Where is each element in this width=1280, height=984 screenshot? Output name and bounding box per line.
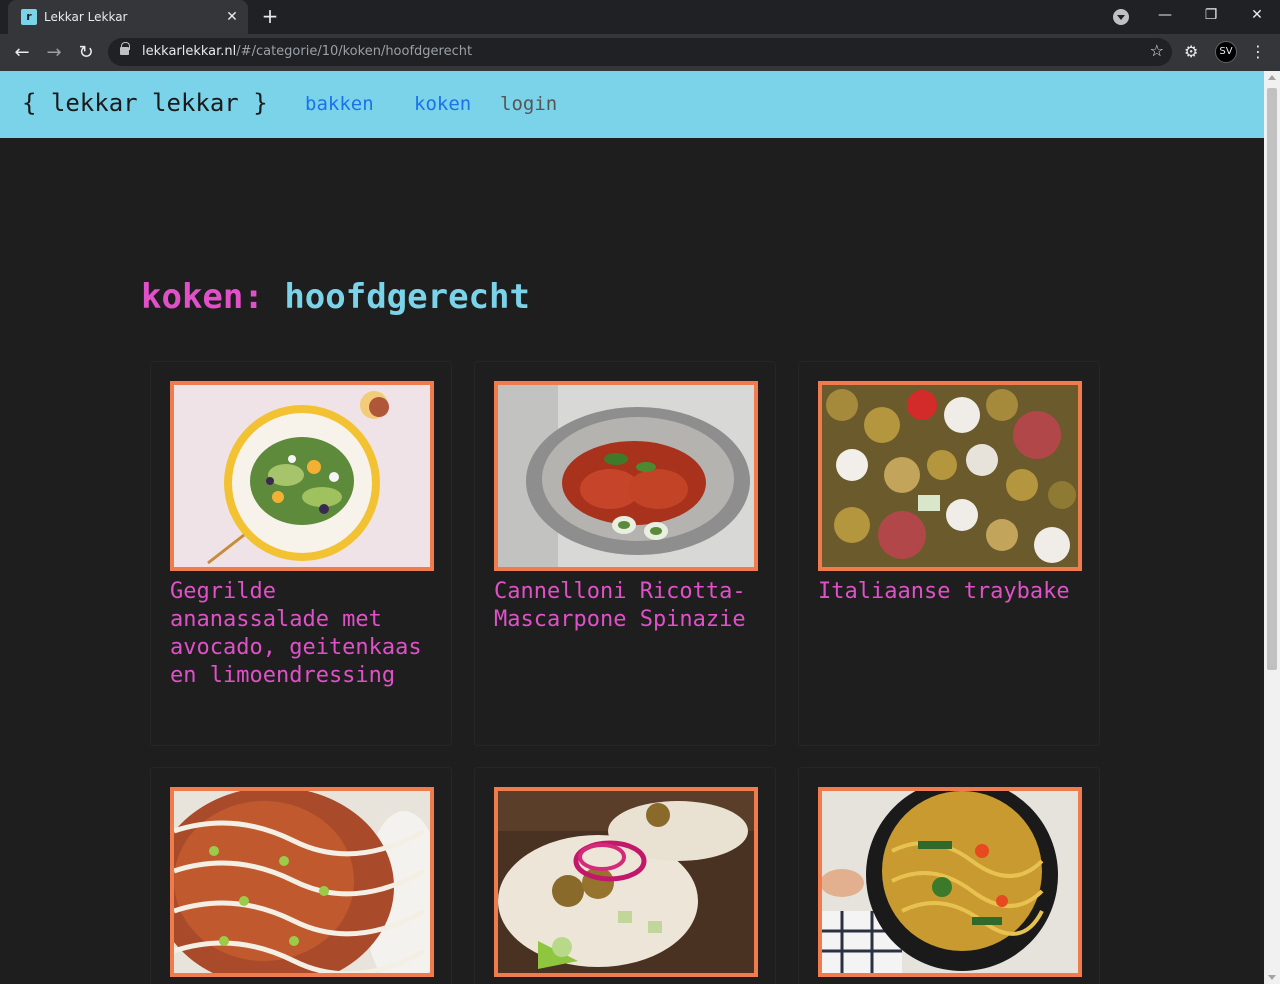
reload-icon[interactable]: ↻ xyxy=(73,40,99,66)
site-header: { lekkar lekkar } bakken koken login xyxy=(0,71,1264,138)
salad-plate-image[interactable] xyxy=(170,381,434,571)
browser-menu-icon[interactable]: ⋮ xyxy=(1248,40,1268,64)
recipe-card[interactable] xyxy=(474,767,776,984)
noodles-image[interactable] xyxy=(818,787,1082,977)
nav-link-login[interactable]: login xyxy=(500,93,557,115)
flatbread-image[interactable] xyxy=(170,787,434,977)
recipe-card[interactable]: Cannelloni Ricotta-Mascarpone Spinazie xyxy=(474,361,776,746)
scrollbar-thumb[interactable] xyxy=(1267,88,1277,670)
browser-tab[interactable]: r Lekkar Lekkar ✕ xyxy=(8,0,248,34)
tab-close-icon[interactable]: ✕ xyxy=(222,7,242,27)
scroll-down-icon[interactable] xyxy=(1268,975,1276,980)
recipe-title[interactable]: Italiaanse traybake xyxy=(818,578,1088,606)
profile-avatar[interactable]: SV xyxy=(1215,41,1237,63)
site-logo[interactable]: { lekkar lekkar } xyxy=(22,89,268,117)
recipe-title[interactable]: Cannelloni Ricotta-Mascarpone Spinazie xyxy=(494,578,764,634)
category-label: koken: xyxy=(141,277,264,317)
extensions-icon[interactable]: ⚙ xyxy=(1184,42,1198,61)
address-bar[interactable]: lekkarlekkar.nl/#/categorie/10/koken/hoo… xyxy=(108,38,1172,66)
recipe-title[interactable]: Gegrilde ananassalade met avocado, geite… xyxy=(170,578,440,690)
url-path: /#/categorie/10/koken/hoofdgerecht xyxy=(236,44,473,59)
browser-tab-bar: r Lekkar Lekkar ✕ + — ❐ ✕ xyxy=(0,0,1280,34)
favicon-icon: r xyxy=(21,9,37,25)
back-icon[interactable]: ← xyxy=(9,40,35,66)
tab-search-icon[interactable] xyxy=(1113,9,1129,25)
minimize-button[interactable]: — xyxy=(1142,0,1188,30)
recipe-card[interactable]: Gegrilde ananassalade met avocado, geite… xyxy=(150,361,452,746)
cannelloni-image[interactable] xyxy=(494,381,758,571)
tacos-image[interactable] xyxy=(494,787,758,977)
new-tab-button[interactable]: + xyxy=(258,5,282,29)
url-host: lekkarlekkar.nl xyxy=(142,44,237,59)
subcategory-label: hoofdgerecht xyxy=(284,277,530,317)
nav-link-bakken[interactable]: bakken xyxy=(305,93,374,115)
scroll-up-icon[interactable] xyxy=(1268,75,1276,80)
nav-link-koken[interactable]: koken xyxy=(414,93,471,115)
page-viewport: { lekkar lekkar } bakken koken login kok… xyxy=(0,71,1264,984)
browser-toolbar: ← → ↻ lekkarlekkar.nl/#/categorie/10/kok… xyxy=(0,34,1280,71)
lock-icon[interactable] xyxy=(120,42,130,55)
restore-button[interactable]: ❐ xyxy=(1188,0,1234,30)
tab-title: Lekkar Lekkar xyxy=(44,10,128,24)
url-text[interactable]: lekkarlekkar.nl/#/categorie/10/koken/hoo… xyxy=(142,44,472,59)
recipe-card[interactable] xyxy=(150,767,452,984)
page-title: koken: hoofdgerecht xyxy=(141,277,530,317)
forward-icon[interactable]: → xyxy=(41,40,67,66)
recipe-card[interactable] xyxy=(798,767,1100,984)
page-scrollbar[interactable] xyxy=(1264,71,1280,984)
bookmark-star-icon[interactable]: ☆ xyxy=(1150,41,1164,60)
window-close-button[interactable]: ✕ xyxy=(1234,0,1280,30)
recipe-card[interactable]: Italiaanse traybake xyxy=(798,361,1100,746)
traybake-image[interactable] xyxy=(818,381,1082,571)
